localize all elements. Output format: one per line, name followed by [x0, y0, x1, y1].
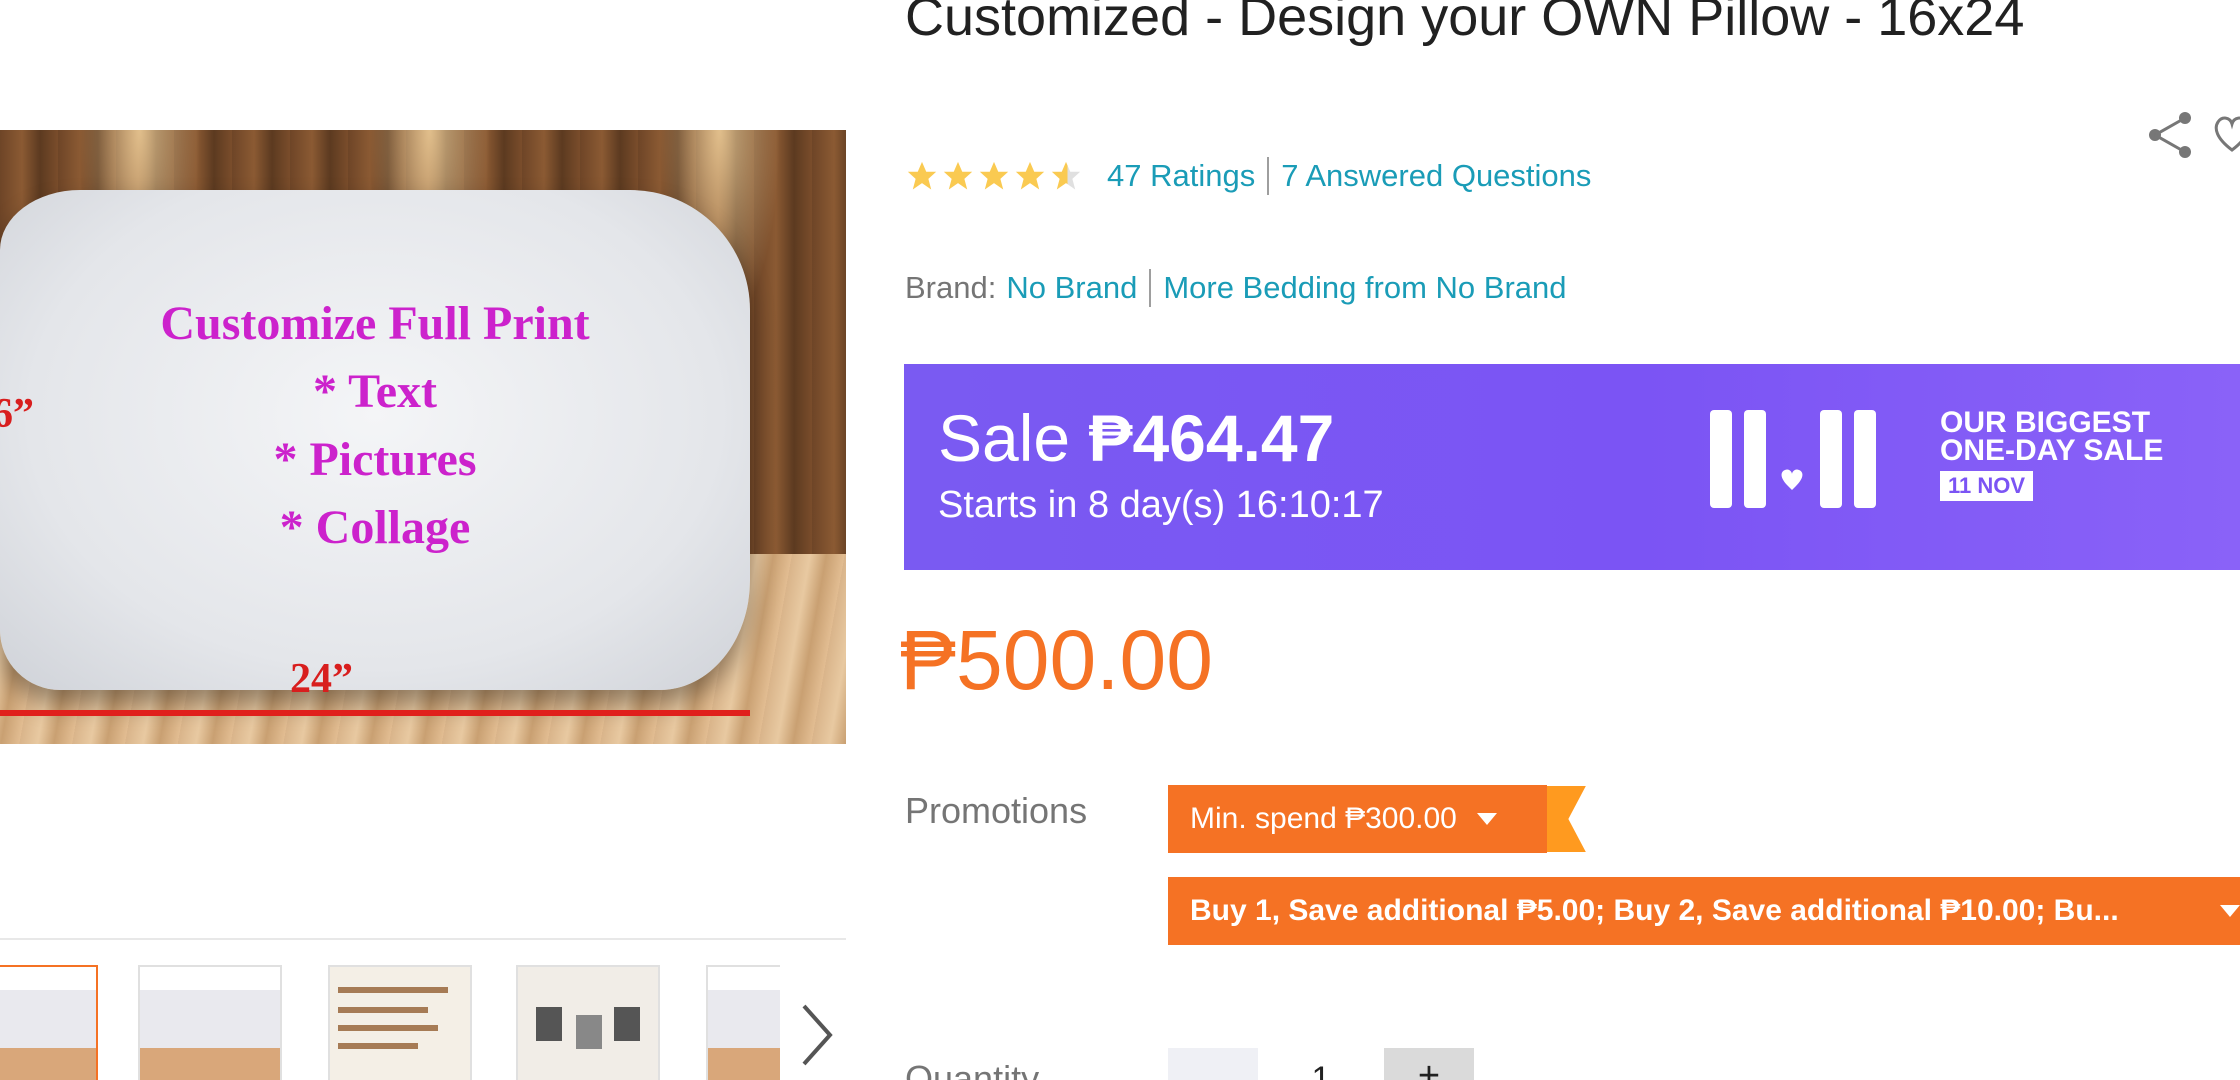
pillow-text-line-3: * Pictures: [273, 433, 477, 486]
pillow-text-line-1: Customize Full Print: [160, 297, 590, 350]
more-from-brand-link[interactable]: More Bedding from No Brand: [1163, 270, 1566, 306]
sale-price-line: Sale ₱464.47: [938, 400, 1334, 476]
quantity-increase-button[interactable]: +: [1384, 1048, 1474, 1080]
rating-row: 47 Ratings 7 Answered Questions: [905, 156, 1591, 196]
height-dimension-label: 6”: [0, 391, 34, 437]
star-icon: [979, 161, 1009, 190]
sale-tagline: OUR BIGGEST ONE-DAY SALE 11 NOV: [1940, 406, 2164, 501]
sale-tag-line-1: OUR BIGGEST: [1940, 406, 2151, 439]
separator: [1149, 269, 1152, 307]
brand-link[interactable]: No Brand: [1006, 270, 1137, 306]
promotion-voucher-body: Min. spend ₱300.00: [1168, 785, 1548, 853]
width-dimension-label: 24”: [290, 656, 353, 702]
ribbon-tail-icon: [1547, 785, 1586, 853]
caret-down-icon: [2220, 905, 2240, 917]
thumbnail-1[interactable]: [0, 965, 98, 1080]
chevron-right-icon[interactable]: [796, 1000, 836, 1070]
product-main-image[interactable]: Customize Full Print * Text * Pictures *…: [0, 130, 846, 744]
thumbnail-divider: [0, 938, 846, 940]
promotion-bundle-chip[interactable]: Buy 1, Save additional ₱5.00; Buy 2, Sav…: [1168, 877, 2240, 945]
star-icon: [943, 161, 973, 190]
pillow-text-line-2: * Text: [312, 365, 438, 418]
thumbnail-2[interactable]: [138, 965, 282, 1080]
dimension-line: [0, 710, 750, 716]
sale-price: ₱464.47: [1088, 401, 1335, 475]
brand-row: Brand: No Brand More Bedding from No Bra…: [905, 268, 1567, 308]
thumbnail-4[interactable]: [516, 965, 660, 1080]
promotions-label: Promotions: [905, 790, 1088, 831]
star-icon: [1015, 161, 1045, 190]
sale-countdown: Starts in 8 day(s) 16:10:17: [938, 484, 1384, 526]
promotion-voucher-text: Min. spend ₱300.00: [1190, 802, 1457, 835]
separator: [1267, 157, 1270, 195]
caret-down-icon: [1476, 813, 1497, 825]
brand-label: Brand:: [905, 270, 997, 305]
quantity-label: Quantity: [905, 1058, 1040, 1080]
promotion-voucher-chip[interactable]: Min. spend ₱300.00: [1168, 785, 1586, 853]
pillow-print-text: Customize Full Print * Text * Pictures *…: [0, 290, 750, 562]
rating-stars: [905, 159, 1083, 193]
thumbnail-3[interactable]: [328, 965, 472, 1080]
promotion-bundle-text: Buy 1, Save additional ₱5.00; Buy 2, Sav…: [1190, 894, 2119, 927]
11-11-logo-icon: [1710, 410, 1876, 508]
sale-prefix: Sale: [938, 401, 1071, 475]
star-half-icon: [1051, 161, 1081, 190]
current-price: ₱500.00: [900, 613, 1213, 707]
product-title: Customized - Design your OWN Pillow - 16…: [905, 0, 2025, 47]
answered-questions-link[interactable]: 7 Answered Questions: [1281, 158, 1591, 194]
star-icon: [907, 161, 937, 190]
heart-icon[interactable]: [2212, 112, 2240, 156]
share-icon[interactable]: [2145, 110, 2195, 160]
pillow-text-line-4: * Collage: [279, 501, 471, 554]
ratings-link[interactable]: 47 Ratings: [1107, 158, 1255, 194]
quantity-decrease-button[interactable]: [1168, 1048, 1258, 1080]
sale-tag-line-2: ONE-DAY SALE: [1940, 434, 2164, 467]
quantity-value[interactable]: 1: [1258, 1060, 1384, 1080]
sale-date-badge: 11 NOV: [1940, 471, 2034, 501]
thumbnail-5[interactable]: [706, 965, 780, 1080]
thumbnail-strip: [0, 965, 780, 1080]
sale-banner[interactable]: Sale ₱464.47 Starts in 8 day(s) 16:10:17…: [904, 364, 2240, 570]
